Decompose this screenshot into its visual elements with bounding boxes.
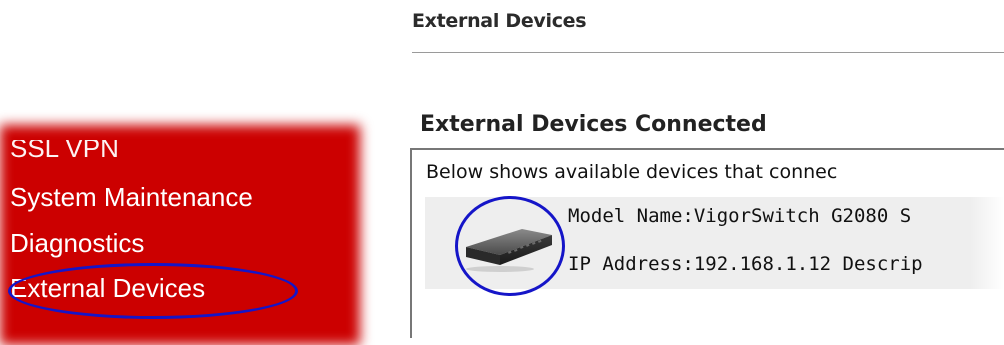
device-ip-address: IP Address:192.168.1.12 Descrip <box>568 253 923 275</box>
sidebar-item-system-maintenance[interactable]: System Maintenance <box>10 182 253 213</box>
device-model-name: Model Name:VigorSwitch G2080 S <box>568 205 912 227</box>
sidebar-item-diagnostics[interactable]: Diagnostics <box>10 228 144 259</box>
sidebar-item-ssl-vpn[interactable]: SSL VPN <box>10 140 119 160</box>
highlight-circle-device <box>455 196 565 296</box>
highlight-circle-menu <box>8 263 298 319</box>
page-title: External Devices <box>412 10 587 32</box>
devices-description: Below shows available devices that conne… <box>426 161 838 183</box>
section-heading: External Devices Connected <box>420 112 767 137</box>
content-clip-fade <box>970 150 1004 300</box>
title-divider <box>412 52 1004 53</box>
